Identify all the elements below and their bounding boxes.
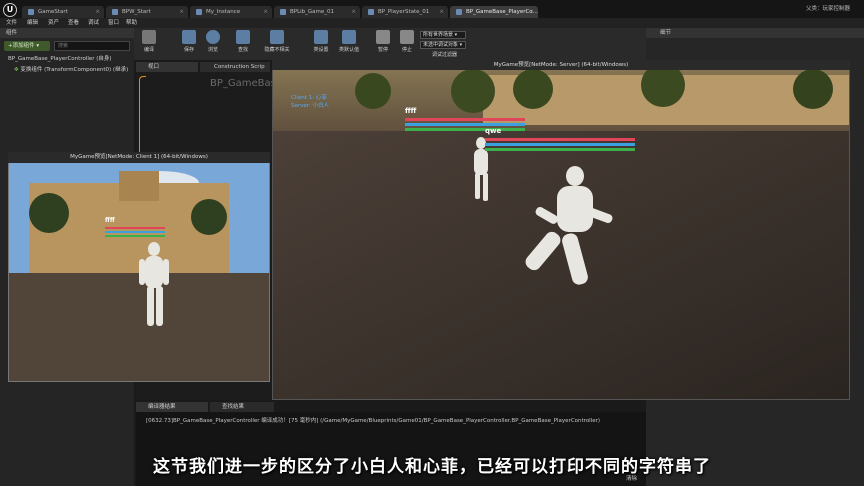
tab-playercontroller[interactable]: BP_GameBase_PlayerCo... × <box>450 6 538 18</box>
save-icon <box>182 30 196 44</box>
blueprint-icon <box>368 9 374 15</box>
tab-bpw-start[interactable]: BPW_Start × <box>106 6 188 18</box>
server-preview-window[interactable]: Client 1: 心菲 Server: 小白人 ffff qwe <box>272 60 850 400</box>
debug-filter-label: 调试过滤器 <box>432 52 458 58</box>
class-defaults-label: 类默认值 <box>338 47 359 53</box>
server-stamina-bar-1 <box>405 128 525 131</box>
client-nametag: ffff <box>105 217 115 224</box>
class-settings-label: 类设置 <box>313 47 329 53</box>
binoculars-icon <box>236 30 250 44</box>
save-button[interactable]: 保存 <box>178 30 200 53</box>
compiler-log-line: [0632.73]BP_GameBase_PlayerController 编译… <box>146 418 601 424</box>
tab-label: BPW_Start <box>122 9 151 15</box>
magnifier-icon <box>206 30 220 44</box>
close-icon[interactable]: × <box>529 6 534 18</box>
stop-button[interactable]: 停止 <box>396 30 418 53</box>
video-subtitle: 这节我们进一步的区分了小白人和心菲，已经可以打印不同的字符串了 <box>153 457 711 477</box>
client-window-title[interactable]: MyGame预览[NetMode: Client 1] (64-bit/Wind… <box>8 152 270 163</box>
tab-label: GameStart <box>38 9 68 15</box>
server-hud-line2: Server: 小白人 <box>291 103 330 109</box>
tab-label: BP_PlayerState_01 <box>378 9 430 15</box>
close-icon[interactable]: × <box>263 6 268 18</box>
component-search-input[interactable]: 搜索 <box>54 41 130 51</box>
class-defaults-button[interactable]: 类默认值 <box>338 30 360 53</box>
server-health-bar-2 <box>485 138 635 141</box>
close-icon[interactable]: × <box>439 6 444 18</box>
find-button[interactable]: 查找 <box>232 30 254 53</box>
tab-compiler-results[interactable]: 编译器结果 <box>136 402 208 412</box>
tab-bplib-game[interactable]: BPLib_Game_01 × <box>274 6 360 18</box>
stop-icon <box>400 30 414 44</box>
menu-window[interactable]: 窗口 <box>108 18 119 28</box>
server-health-bar-1 <box>405 118 525 121</box>
client-stamina-bar <box>105 235 165 237</box>
server-nametag-1: ffff <box>405 107 417 115</box>
menu-bar: 文件 编辑 资产 查看 调试 窗口 帮助 <box>0 18 864 28</box>
components-header: 组件 <box>0 28 134 38</box>
hide-unrelated-button[interactable]: 隐藏不相关 <box>262 30 292 53</box>
server-stamina-bar-2 <box>485 148 635 151</box>
server-mana-bar-1 <box>405 123 525 126</box>
transform-icon: ✥ <box>14 67 19 73</box>
tab-find-results[interactable]: 查找结果 <box>210 402 274 412</box>
menu-edit[interactable]: 编辑 <box>27 18 38 28</box>
details-header: 细节 <box>646 28 864 38</box>
compile-label: 编译 <box>143 47 154 53</box>
client-health-bar <box>105 227 165 229</box>
level-icon <box>28 9 34 15</box>
pause-icon <box>376 30 390 44</box>
browse-label: 浏览 <box>207 47 218 53</box>
gear-icon <box>142 30 156 44</box>
server-mana-bar-2 <box>485 143 635 146</box>
pause-button[interactable]: 暂停 <box>372 30 394 53</box>
add-component-button[interactable]: +添加组件 ▾ <box>4 41 50 51</box>
settings-icon <box>314 30 328 44</box>
client-scene <box>9 153 269 381</box>
tab-label: BP_GameBase_PlayerCo... <box>466 9 538 15</box>
close-icon[interactable]: × <box>179 6 184 18</box>
parent-class-label: 父类：玩家控制器 <box>806 6 851 12</box>
server-hud-line1: Client 1: 心菲 <box>291 95 327 101</box>
menu-view[interactable]: 查看 <box>68 18 79 28</box>
compile-button[interactable]: 编译 <box>138 30 160 53</box>
server-scene <box>273 61 849 399</box>
close-icon[interactable]: × <box>95 6 100 18</box>
unreal-logo-icon[interactable]: U <box>3 3 17 17</box>
stop-label: 停止 <box>401 47 412 53</box>
tab-playerstate[interactable]: BP_PlayerState_01 × <box>362 6 448 18</box>
server-nametag-2: qwe <box>485 127 502 135</box>
debug-world-select[interactable]: 所有世界场景 ▾ <box>420 31 466 39</box>
menu-debug[interactable]: 调试 <box>88 18 99 28</box>
client-preview-window[interactable]: ffff <box>8 152 270 382</box>
tab-viewport[interactable]: 视口 <box>136 62 198 72</box>
tab-label: BPLib_Game_01 <box>290 9 335 15</box>
browse-button[interactable]: 浏览 <box>202 30 224 53</box>
menu-file[interactable]: 文件 <box>6 18 17 28</box>
defaults-icon <box>342 30 356 44</box>
find-label: 查找 <box>237 47 248 53</box>
tree-child-label: 变换组件 (TransformComponent0) (继承) <box>20 67 129 73</box>
tab-gamestart[interactable]: GameStart × <box>22 6 104 18</box>
blueprint-icon <box>456 9 462 15</box>
menu-help[interactable]: 帮助 <box>126 18 137 28</box>
instance-icon <box>196 9 202 15</box>
client-mana-bar <box>105 231 165 233</box>
close-icon[interactable]: × <box>351 6 356 18</box>
pause-label: 暂停 <box>377 47 388 53</box>
debug-object-select[interactable]: 未选中调试对象 ▾ <box>420 41 466 49</box>
hide-icon <box>270 30 284 44</box>
library-icon <box>280 9 286 15</box>
widget-icon <box>112 9 118 15</box>
tab-my-instance[interactable]: My_Instance × <box>190 6 272 18</box>
hide-label: 隐藏不相关 <box>264 47 290 53</box>
menu-asset[interactable]: 资产 <box>48 18 59 28</box>
tree-root-item[interactable]: BP_GameBase_PlayerController (自身) <box>8 54 112 64</box>
graph-selection-frame <box>139 76 146 158</box>
tab-construction-script[interactable]: Construction Scrip <box>200 62 270 72</box>
tree-child-item[interactable]: ✥ 变换组件 (TransformComponent0) (继承) <box>14 65 128 75</box>
tab-label: My_Instance <box>206 9 241 15</box>
server-window-title[interactable]: MyGame预览[NetMode: Server] (64-bit/Window… <box>272 60 850 70</box>
save-label: 保存 <box>183 47 194 53</box>
class-settings-button[interactable]: 类设置 <box>310 30 332 53</box>
